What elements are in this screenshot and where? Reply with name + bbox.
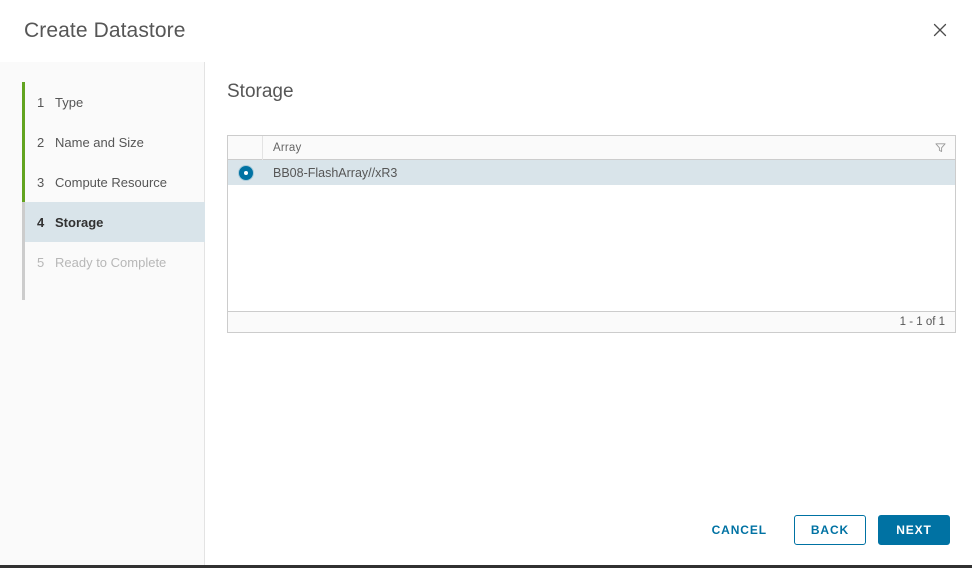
column-header-label: Array xyxy=(273,141,302,154)
step-number: 4 xyxy=(37,214,45,230)
datagrid-column-header-array[interactable]: Array xyxy=(263,136,925,160)
filter-icon[interactable] xyxy=(925,136,955,160)
wizard-stepper-sidebar: 1 Type 2 Name and Size 3 Compute Resourc… xyxy=(0,62,205,565)
step-label: Ready to Complete xyxy=(55,254,167,270)
step-number: 5 xyxy=(37,254,45,270)
step-number: 3 xyxy=(37,174,45,190)
sidebar-item-ready-to-complete: 5 Ready to Complete xyxy=(25,242,205,282)
step-label: Compute Resource xyxy=(55,174,167,190)
step-number: 2 xyxy=(37,134,45,150)
radio-button-selected[interactable] xyxy=(238,165,253,180)
step-label: Type xyxy=(55,94,84,110)
create-datastore-wizard: Create Datastore 1 Type 2 Name and Size … xyxy=(0,0,972,568)
pagination-label: 1 - 1 of 1 xyxy=(899,316,945,328)
content-heading: Storage xyxy=(227,81,294,102)
radio-dot xyxy=(243,170,248,175)
step-number: 1 xyxy=(37,94,45,110)
table-row[interactable]: BB08-FlashArray//xR3 xyxy=(228,160,955,185)
back-button[interactable]: BACK xyxy=(794,515,866,545)
datagrid-footer: 1 - 1 of 1 xyxy=(228,311,955,332)
stepper-step-list: 1 Type 2 Name and Size 3 Compute Resourc… xyxy=(25,82,205,282)
step-label: Name and Size xyxy=(55,134,144,150)
step-label: Storage xyxy=(55,214,104,230)
cell-array-name: BB08-FlashArray//xR3 xyxy=(273,165,398,180)
datagrid-body: BB08-FlashArray//xR3 xyxy=(228,160,955,311)
array-datagrid: Array BB08-FlashArray//xR3 1 - 1 of 1 xyxy=(227,135,956,333)
row-select-cell[interactable] xyxy=(228,165,263,180)
datagrid-header: Array xyxy=(228,135,955,160)
sidebar-item-storage[interactable]: 4 Storage xyxy=(25,202,205,242)
sidebar-item-compute-resource[interactable]: 3 Compute Resource xyxy=(25,162,205,202)
close-icon[interactable] xyxy=(924,14,956,46)
wizard-content-pane: Storage Array BB08-FlashArray//xR3 1 - 1… xyxy=(205,62,972,565)
cancel-button[interactable]: CANCEL xyxy=(697,515,782,545)
page-title: Create Datastore xyxy=(24,19,186,42)
close-icon-glyph xyxy=(933,23,947,37)
wizard-footer: CANCEL BACK NEXT xyxy=(205,495,972,565)
sidebar-item-type[interactable]: 1 Type xyxy=(25,82,205,122)
dialog-titlebar: Create Datastore xyxy=(0,0,972,62)
next-button[interactable]: NEXT xyxy=(878,515,950,545)
sidebar-item-name-and-size[interactable]: 2 Name and Size xyxy=(25,122,205,162)
datagrid-select-column-header xyxy=(228,135,263,160)
filter-icon-glyph xyxy=(934,143,946,152)
